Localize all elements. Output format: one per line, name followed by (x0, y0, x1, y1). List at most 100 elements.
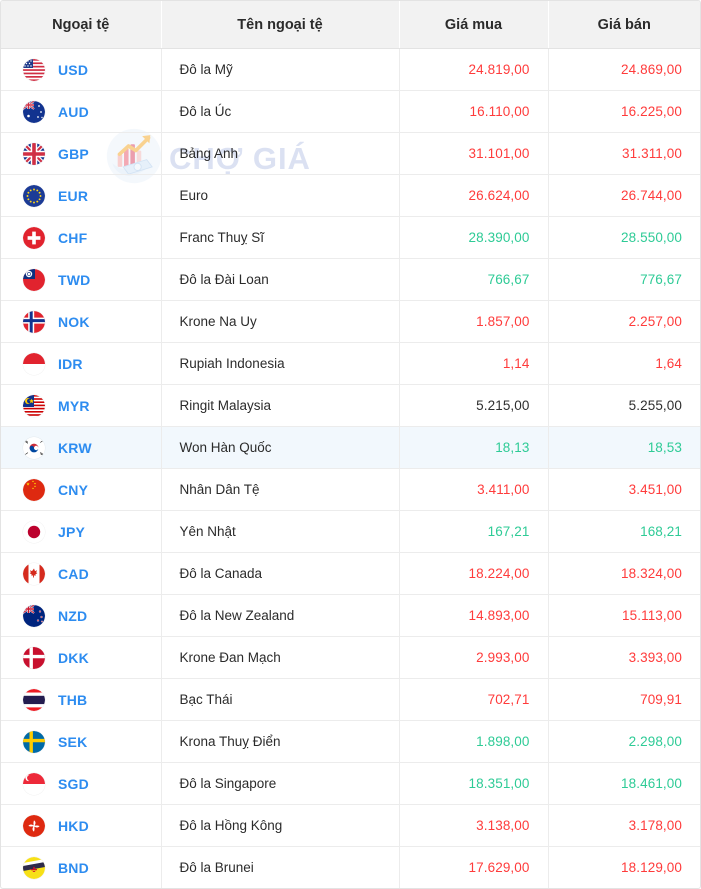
buy-price-cell: 1.857,00 (399, 301, 548, 343)
currency-code-wrap: JPY (23, 521, 147, 543)
flag-us-icon (23, 59, 45, 81)
flag-sg-icon (23, 773, 45, 795)
table-row[interactable]: SEK Krona Thuỵ Điển1.898,002.298,00 (1, 721, 700, 763)
buy-price-cell: 17.629,00 (399, 847, 548, 889)
sell-price-cell: 18.129,00 (548, 847, 700, 889)
currency-name-cell: Đô la Úc (161, 91, 399, 133)
currency-code-cell: DKK (1, 637, 161, 679)
currency-name-cell: Krone Na Uy (161, 301, 399, 343)
table-row[interactable]: CHFFranc Thuỵ Sĩ28.390,0028.550,00 (1, 217, 700, 259)
currency-code-cell: BND (1, 847, 161, 889)
flag-dk-icon (23, 647, 45, 669)
currency-code-wrap: GBP (23, 143, 147, 165)
buy-price-cell: 1,14 (399, 343, 548, 385)
flag-kr-icon (23, 437, 45, 459)
sell-price-cell: 5.255,00 (548, 385, 700, 427)
currency-code-cell: NOK (1, 301, 161, 343)
buy-price-cell: 26.624,00 (399, 175, 548, 217)
currency-code-label: CHF (58, 230, 87, 246)
buy-price-cell: 14.893,00 (399, 595, 548, 637)
currency-code-cell: KRW (1, 427, 161, 469)
currency-code-cell: EUR (1, 175, 161, 217)
table-row[interactable]: HKDĐô la Hồng Kông3.138,003.178,00 (1, 805, 700, 847)
currency-name-cell: Bảng Anh (161, 133, 399, 175)
currency-name-cell: Đô la New Zealand (161, 595, 399, 637)
column-header-code: Ngoại tệ (1, 1, 161, 49)
table-row[interactable]: GBPBảng Anh31.101,0031.311,00 (1, 133, 700, 175)
currency-code-label: USD (58, 62, 88, 78)
buy-price-cell: 18,13 (399, 427, 548, 469)
table-row[interactable]: NZDĐô la New Zealand14.893,0015.113,00 (1, 595, 700, 637)
currency-code-cell: THB (1, 679, 161, 721)
currency-code-label: NZD (58, 608, 87, 624)
flag-gb-icon (23, 143, 45, 165)
header-row: Ngoại tệ Tên ngoại tệ Giá mua Giá bán (1, 1, 700, 49)
currency-code-cell: CHF (1, 217, 161, 259)
sell-price-cell: 1,64 (548, 343, 700, 385)
currency-code-wrap: HKD (23, 815, 147, 837)
table-row[interactable]: THBBạc Thái702,71709,91 (1, 679, 700, 721)
table-row[interactable]: SGDĐô la Singapore18.351,0018.461,00 (1, 763, 700, 805)
table-row[interactable]: BNDĐô la Brunei17.629,0018.129,00 (1, 847, 700, 889)
currency-name-cell: Won Hàn Quốc (161, 427, 399, 469)
currency-code-label: SEK (58, 734, 87, 750)
table-row[interactable]: USDĐô la Mỹ24.819,0024.869,00 (1, 49, 700, 91)
currency-code-wrap: KRW (23, 437, 147, 459)
currency-code-cell: SEK (1, 721, 161, 763)
sell-price-cell: 2.257,00 (548, 301, 700, 343)
currency-code-cell: GBP (1, 133, 161, 175)
buy-price-cell: 16.110,00 (399, 91, 548, 133)
currency-code-wrap: THB (23, 689, 147, 711)
buy-price-cell: 18.224,00 (399, 553, 548, 595)
currency-code-label: THB (58, 692, 87, 708)
currency-code-label: KRW (58, 440, 92, 456)
buy-price-cell: 1.898,00 (399, 721, 548, 763)
buy-price-cell: 766,67 (399, 259, 548, 301)
currency-name-cell: Rupiah Indonesia (161, 343, 399, 385)
currency-name-cell: Yên Nhật (161, 511, 399, 553)
sell-price-cell: 3.178,00 (548, 805, 700, 847)
currency-name-cell: Đô la Đài Loan (161, 259, 399, 301)
table-row[interactable]: CADĐô la Canada18.224,0018.324,00 (1, 553, 700, 595)
currency-code-wrap: SEK (23, 731, 147, 753)
currency-code-label: CNY (58, 482, 88, 498)
currency-name-cell: Bạc Thái (161, 679, 399, 721)
table-row[interactable]: JPYYên Nhật167,21168,21 (1, 511, 700, 553)
buy-price-cell: 3.411,00 (399, 469, 548, 511)
column-header-name: Tên ngoại tệ (161, 1, 399, 49)
table-row[interactable]: MYRRingit Malaysia5.215,005.255,00 (1, 385, 700, 427)
currency-code-cell: AUD (1, 91, 161, 133)
buy-price-cell: 5.215,00 (399, 385, 548, 427)
sell-price-cell: 2.298,00 (548, 721, 700, 763)
currency-name-cell: Đô la Hồng Kông (161, 805, 399, 847)
sell-price-cell: 709,91 (548, 679, 700, 721)
currency-name-cell: Krona Thuỵ Điển (161, 721, 399, 763)
currency-code-label: EUR (58, 188, 88, 204)
table-row[interactable]: EUREuro26.624,0026.744,00 (1, 175, 700, 217)
buy-price-cell: 24.819,00 (399, 49, 548, 91)
exchange-rate-table: Ngoại tệ Tên ngoại tệ Giá mua Giá bán US… (1, 1, 700, 888)
flag-ca-icon (23, 563, 45, 585)
currency-code-wrap: NZD (23, 605, 147, 627)
table-row[interactable]: KRWWon Hàn Quốc18,1318,53 (1, 427, 700, 469)
buy-price-cell: 31.101,00 (399, 133, 548, 175)
currency-code-wrap: DKK (23, 647, 147, 669)
table-row[interactable]: CNYNhân Dân Tệ3.411,003.451,00 (1, 469, 700, 511)
sell-price-cell: 18.461,00 (548, 763, 700, 805)
currency-code-label: JPY (58, 524, 85, 540)
flag-nz-icon (23, 605, 45, 627)
flag-cn-icon (23, 479, 45, 501)
currency-code-wrap: CNY (23, 479, 147, 501)
currency-name-cell: Euro (161, 175, 399, 217)
sell-price-cell: 168,21 (548, 511, 700, 553)
currency-name-cell: Đô la Mỹ (161, 49, 399, 91)
table-row[interactable]: NOK Krone Na Uy1.857,002.257,00 (1, 301, 700, 343)
table-row[interactable]: AUDĐô la Úc16.110,0016.225,00 (1, 91, 700, 133)
table-row[interactable]: DKKKrone Đan Mạch2.993,003.393,00 (1, 637, 700, 679)
flag-tw-icon (23, 269, 45, 291)
table-row[interactable]: IDRRupiah Indonesia1,141,64 (1, 343, 700, 385)
flag-my-icon (23, 395, 45, 417)
buy-price-cell: 2.993,00 (399, 637, 548, 679)
currency-code-label: NOK (58, 314, 90, 330)
table-row[interactable]: TWDĐô la Đài Loan766,67776,67 (1, 259, 700, 301)
